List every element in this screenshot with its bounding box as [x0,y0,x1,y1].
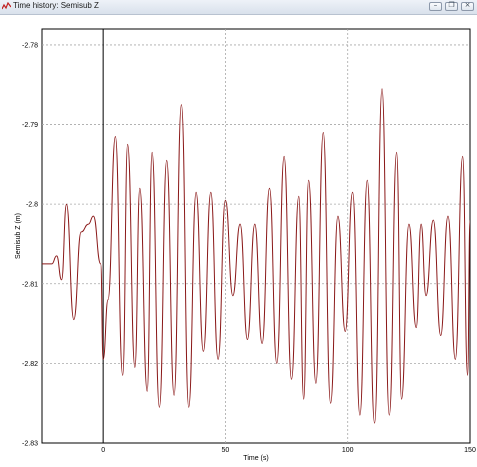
time-history-chart[interactable]: 0 50 100 150 -2.78 -2.79 -2.8 -2.81 -2.82 -2.83 T… [0,14,477,462]
y-axis-label: Semisub Z (m) [15,213,22,259]
y-tick-label: -2.83 [22,441,38,448]
y-tick-label: -2.78 [22,42,38,49]
x-axis-label: Time (s) [243,455,268,462]
y-tick-label: -2.81 [22,281,38,288]
y-tick-label: -2.8 [26,202,38,209]
app-icon [2,2,11,10]
minimize-icon: – [433,1,438,9]
plot-area-wrapper: 0 50 100 150 -2.78 -2.79 -2.8 -2.81 -2.82 -2.83 T… [0,14,477,462]
close-icon: × [464,1,471,9]
y-tick-label: -2.82 [22,361,38,368]
x-tick-label: 150 [464,447,476,454]
restore-button[interactable]: ❐ [445,1,458,11]
plot-frame [41,28,471,444]
restore-icon: ❐ [448,1,455,9]
close-button[interactable]: × [461,1,474,11]
window-title: Time history: Semisub Z [13,1,99,10]
y-tick-label: -2.79 [22,122,38,129]
x-tick-label: 0 [101,447,105,454]
minimize-button[interactable]: – [429,1,442,11]
x-tick-label: 50 [222,447,230,454]
window-titlebar[interactable]: Time history: Semisub Z – ❐ × [0,0,477,15]
x-tick-label: 100 [342,447,354,454]
